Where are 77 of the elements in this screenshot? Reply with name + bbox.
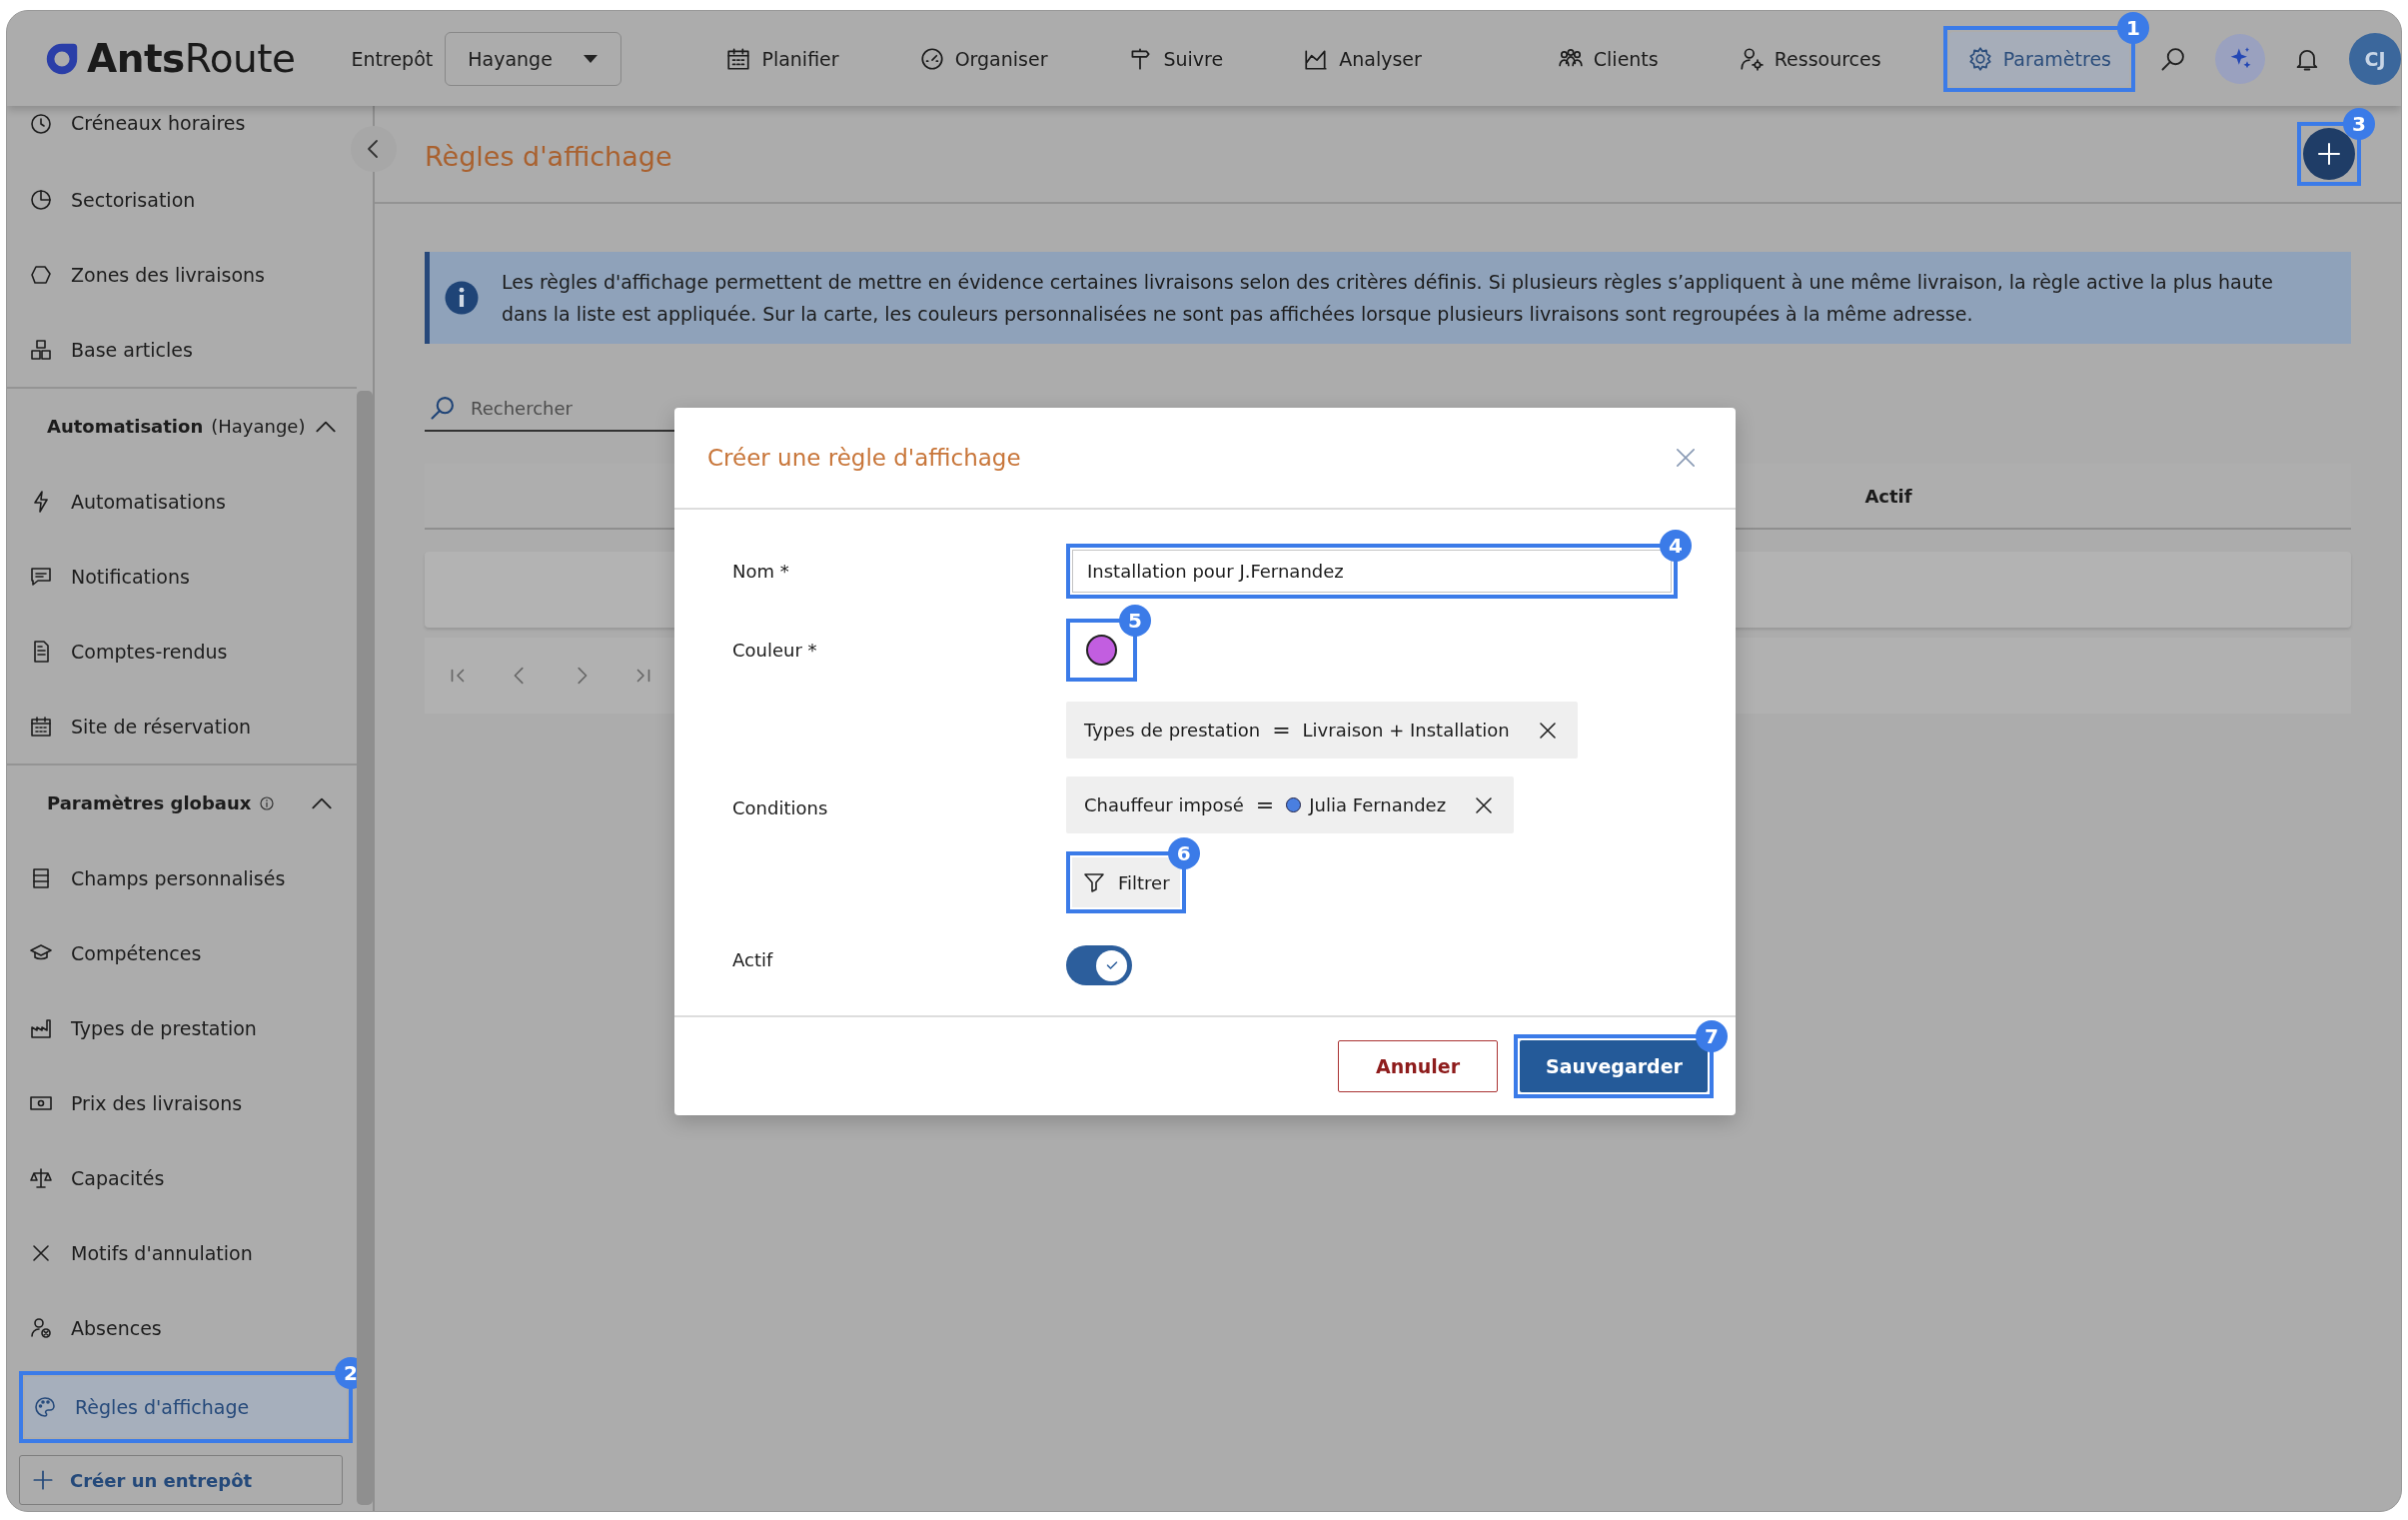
boxes-icon: [29, 337, 53, 362]
color-swatch[interactable]: [1086, 635, 1117, 666]
condition-value: Livraison + Installation: [1302, 720, 1510, 741]
sidebar-item[interactable]: Créneaux horaires: [7, 106, 337, 162]
condition-field: Types de prestation: [1084, 720, 1261, 741]
callout-badge: 1: [2117, 11, 2149, 44]
person-gear-icon: [1738, 45, 1765, 72]
assistant-button[interactable]: [2215, 33, 2265, 84]
add-button[interactable]: [2303, 128, 2355, 180]
warehouse-label: Entrepôt: [351, 47, 434, 70]
column-header: Actif: [1863, 485, 1913, 507]
section-title: Automatisation: [47, 416, 204, 437]
create-warehouse-button[interactable]: Créer un entrepôt: [19, 1455, 343, 1505]
callout-badge: 5: [1119, 605, 1151, 637]
section-scope: (Hayange): [211, 416, 306, 437]
sidebar-item[interactable]: Zones des livraisons: [7, 237, 337, 312]
condition-value: Julia Fernandez: [1309, 794, 1447, 815]
user-avatar[interactable]: CJ: [2349, 32, 2401, 85]
field-label: Conditions: [732, 796, 829, 818]
search-input[interactable]: Rechercher: [469, 396, 772, 420]
sidebar-item[interactable]: Compétences: [7, 915, 337, 990]
sidebar-item[interactable]: Absences: [7, 1290, 337, 1365]
nav-item[interactable]: Clients: [1539, 31, 1677, 86]
info-icon: [444, 280, 480, 316]
sidebar-item[interactable]: Sectorisation: [7, 162, 337, 237]
sidebar-item[interactable]: Types de prestation: [7, 990, 337, 1065]
warehouse-dropdown[interactable]: Hayange: [445, 31, 622, 86]
clock-icon: [29, 112, 53, 136]
calendar-icon: [29, 714, 53, 739]
field-label: Actif: [732, 948, 774, 970]
condition-field: Chauffeur imposé: [1084, 794, 1244, 815]
gear-icon: [1966, 45, 1993, 72]
section-title: Paramètres globaux: [47, 792, 252, 813]
callout-badge: 2: [335, 1357, 357, 1389]
name-field[interactable]: Installation pour J.Fernandez: [1072, 550, 1672, 593]
sidebar-item[interactable]: Champs personnalisés: [7, 840, 337, 915]
field-label: Couleur *: [732, 640, 818, 661]
callout-badge: 6: [1167, 837, 1200, 869]
nav-item[interactable]: Suivre: [1109, 31, 1242, 86]
nav-item[interactable]: Organiser: [900, 31, 1066, 86]
filter-icon: [1082, 870, 1106, 894]
dialog-title: Créer une règle d'affichage: [707, 445, 1021, 471]
sidebar-item[interactable]: Base articles: [7, 312, 337, 387]
nav-item[interactable]: Planifier: [707, 31, 857, 86]
info-text: Les règles d'affichage permettent de mettre en évidence certaines livraisons selon des critères définis. Si plusieurs règles s’appliquent à une même livraison, la règle active la plus haute dans la liste est appliquée. Sur la carte, les couleurs personnalisées ne sont pas affichées lorsque plusieurs livraisons sont regroupées à la même adresse.: [502, 270, 2274, 327]
search-icon: [429, 394, 457, 422]
sidebar-item[interactable]: Comptes-rendus: [7, 614, 337, 689]
caret-icon: [583, 53, 600, 64]
sidebar-item[interactable]: Notifications: [7, 539, 337, 614]
nav-item[interactable]: Analyser: [1285, 31, 1440, 86]
callout-badge: 3: [2343, 108, 2375, 140]
sidebar-item[interactable]: Prix des livraisons: [7, 1065, 337, 1140]
pie-chart-icon: [29, 187, 53, 212]
field-label: Nom *: [732, 561, 790, 582]
sidebar-item[interactable]: Site de réservation: [7, 689, 337, 763]
sidebar-item[interactable]: Motifs d'annulation: [7, 1215, 337, 1290]
nav-item[interactable]: Paramètres: [1948, 31, 2129, 86]
condition-operator: =: [1255, 792, 1275, 817]
callout-badge: 7: [1696, 1020, 1728, 1052]
callout-badge: 4: [1660, 530, 1692, 562]
page-title: Règles d'affichage: [425, 140, 672, 172]
condition-operator: =: [1272, 718, 1291, 743]
scrollbar[interactable]: [357, 391, 373, 1505]
sidebar-item[interactable]: Automatisations: [7, 464, 337, 539]
collapse-button[interactable]: [351, 126, 397, 172]
cancel-button[interactable]: Annuler: [1338, 1040, 1498, 1092]
save-button[interactable]: Sauvegarder: [1520, 1040, 1708, 1092]
toggle-switch[interactable]: [1066, 945, 1132, 985]
sidebar-item[interactable]: Capacités: [7, 1140, 337, 1215]
filter-button[interactable]: Filtrer: [1072, 857, 1180, 907]
nav-item[interactable]: Ressources: [1720, 31, 1899, 86]
app-logo: AntsRoute: [87, 36, 296, 81]
scale-icon: [29, 1165, 53, 1190]
palette-icon: [33, 1395, 57, 1419]
person-remove-icon: [29, 1315, 53, 1340]
calendar-icon: [725, 45, 752, 72]
gauge-icon: [918, 45, 945, 72]
